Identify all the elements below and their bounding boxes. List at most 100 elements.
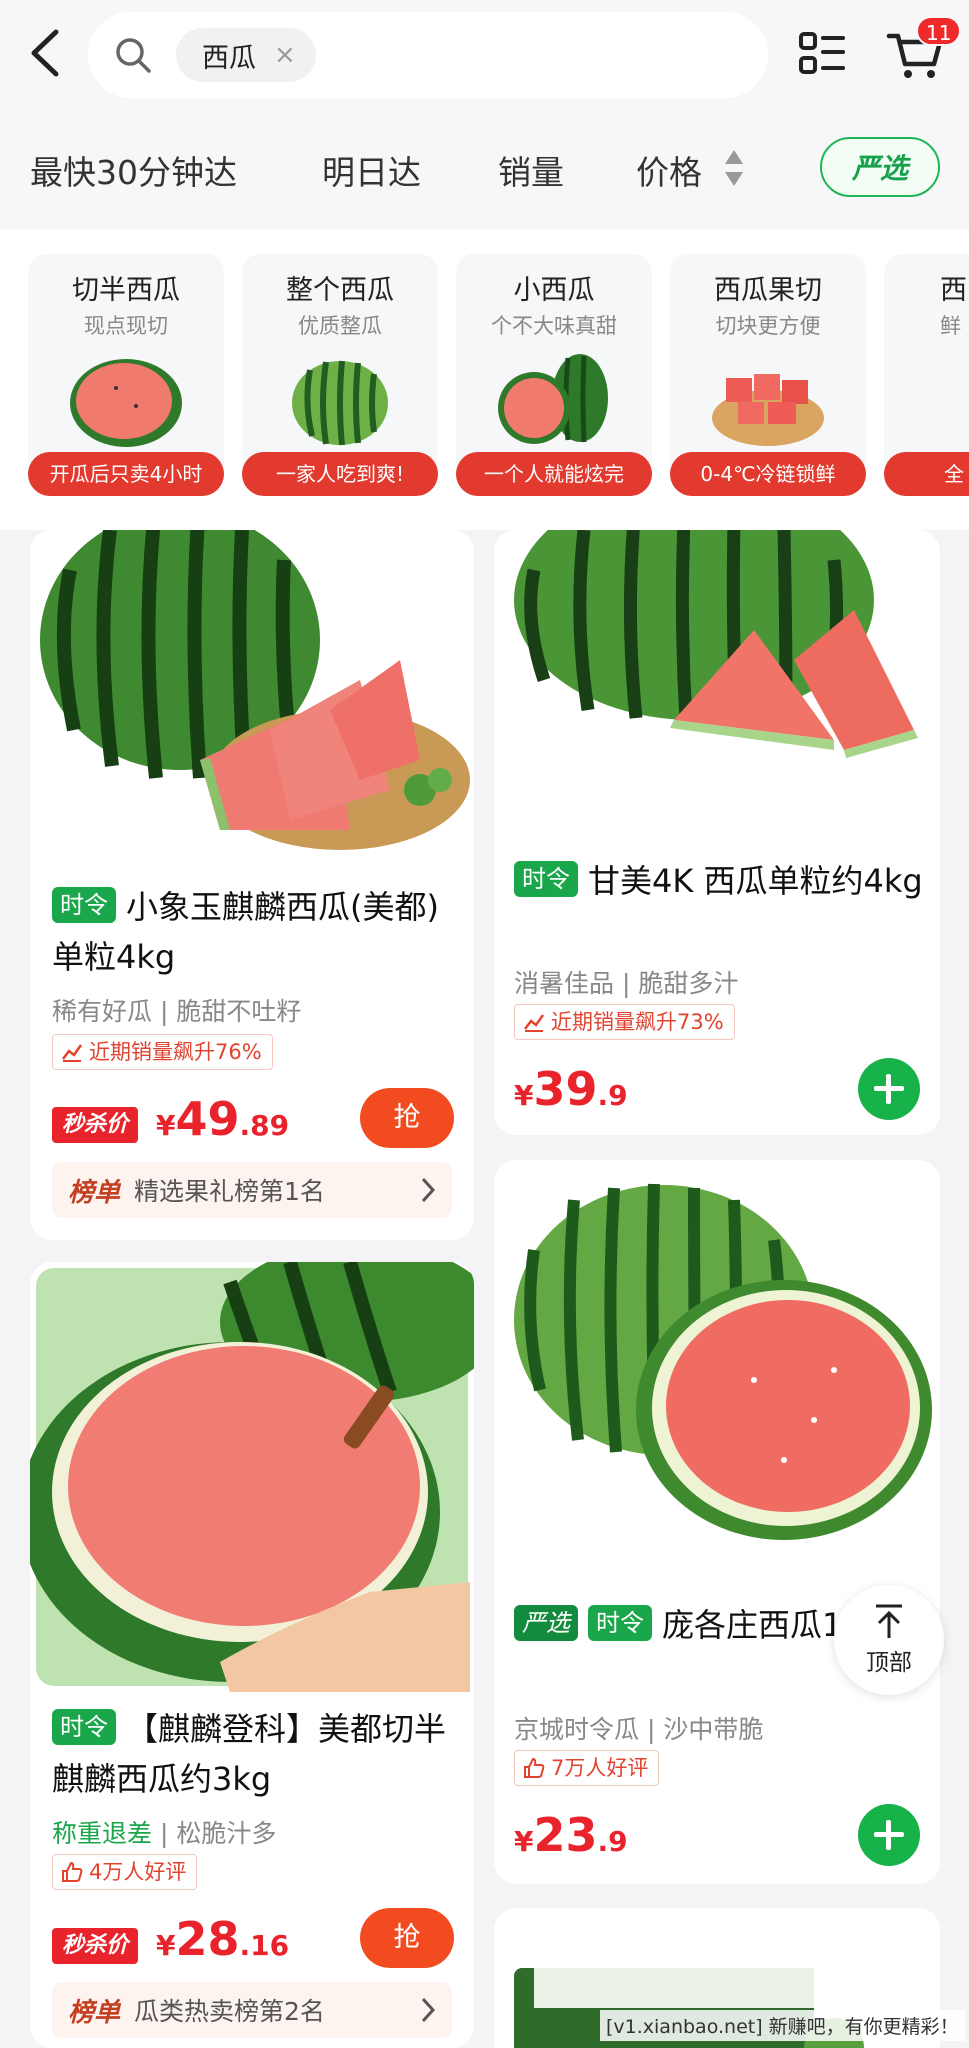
product-title: 时令 甘美4K 西瓜单粒约4kg bbox=[514, 856, 934, 906]
product-image bbox=[30, 1262, 474, 1692]
trend-up-icon bbox=[524, 1014, 545, 1032]
category-tag: 全 bbox=[884, 452, 969, 496]
sales-surge-badge: 近期销量飙升76% bbox=[52, 1034, 273, 1070]
sub-sep: | bbox=[646, 1715, 656, 1744]
top-bar: 西瓜 × 11 bbox=[0, 0, 969, 110]
thumbs-up-icon bbox=[62, 1861, 83, 1882]
seasonal-tag: 时令 bbox=[52, 1709, 116, 1745]
product-image bbox=[30, 530, 474, 860]
category-sub: 个不大味真甜 bbox=[491, 314, 617, 338]
search-keyword-chip[interactable]: 西瓜 × bbox=[176, 28, 316, 82]
sub-sep: | bbox=[159, 997, 169, 1026]
ranking-bar[interactable]: 榜单 瓜类热卖榜第2名 bbox=[52, 1982, 452, 2038]
back-to-top-label: 顶部 bbox=[866, 1650, 912, 1676]
category-strip: 切半西瓜 现点现切 整个西瓜 优质整瓜 小西瓜 个不大味真甜 西瓜果切 切块更方… bbox=[0, 230, 969, 530]
badge-text: 4万人好评 bbox=[89, 1860, 187, 1884]
category-tag: 0-4℃冷链锁鲜 bbox=[670, 452, 866, 496]
sub-sep: | bbox=[621, 969, 631, 998]
product-price: ¥49.89 bbox=[156, 1092, 289, 1146]
badge-text: 近期销量飙升76% bbox=[89, 1040, 262, 1064]
price-int: 39 bbox=[533, 1062, 598, 1116]
product-image bbox=[494, 530, 940, 830]
product-price: ¥23.9 bbox=[514, 1808, 628, 1862]
sub-sep: | bbox=[159, 1819, 169, 1848]
category-sub: 现点现切 bbox=[84, 314, 168, 338]
category-name: 小西瓜 bbox=[513, 275, 595, 306]
price-dec: .9 bbox=[597, 1079, 628, 1112]
category-name: 切半西瓜 bbox=[72, 275, 180, 306]
search-icon bbox=[116, 38, 151, 73]
price-yen: ¥ bbox=[514, 1079, 534, 1112]
category-sub: 切块更方便 bbox=[715, 314, 821, 338]
good-review-badge: 7万人好评 bbox=[514, 1750, 660, 1786]
seasonal-tag: 时令 bbox=[52, 887, 116, 923]
good-review-badge: 4万人好评 bbox=[52, 1854, 198, 1890]
category-tag: 开瓜后只卖4小时 bbox=[28, 452, 224, 496]
ranking-label: 榜单 bbox=[68, 1177, 121, 1208]
clear-keyword-icon[interactable]: × bbox=[274, 40, 296, 70]
category-sub: 鲜 bbox=[940, 314, 961, 338]
product-title: 时令 小象玉麒麟西瓜(美都)单粒4kg bbox=[52, 882, 452, 982]
grab-button[interactable]: 抢 bbox=[360, 1908, 454, 1968]
product-subtitle: 京城时令瓜 | 沙中带脆 bbox=[514, 1710, 763, 1746]
product-price: ¥28.16 bbox=[156, 1912, 289, 1966]
ranking-text: 瓜类热卖榜第2名 bbox=[134, 1997, 325, 2026]
price-dec: .16 bbox=[239, 1929, 290, 1962]
sub-b: 松脆汁多 bbox=[176, 1819, 277, 1848]
product-card[interactable]: 严选 时令 庞各庄西瓜1.5kg 京城时令瓜 | 沙中带脆 7万人好评 ¥23.9 bbox=[494, 1160, 940, 1884]
category-sub: 优质整瓜 bbox=[298, 314, 382, 338]
add-to-cart-button[interactable] bbox=[858, 1804, 920, 1866]
category-tag: 一家人吃到爽! bbox=[242, 452, 438, 496]
sub-a: 称重退差 bbox=[52, 1819, 153, 1848]
filter-fastest[interactable]: 最快30分钟达 bbox=[30, 146, 237, 194]
back-arrow-icon[interactable] bbox=[26, 28, 66, 78]
sort-arrows-icon[interactable] bbox=[724, 148, 744, 188]
price-int: 28 bbox=[175, 1912, 240, 1966]
thumbs-up-icon bbox=[524, 1757, 545, 1778]
search-keyword: 西瓜 bbox=[202, 42, 256, 74]
price-yen: ¥ bbox=[156, 1109, 176, 1142]
list-view-icon[interactable] bbox=[798, 30, 846, 78]
yanxuan-tag: 严选 bbox=[514, 1605, 578, 1641]
badge-text: 7万人好评 bbox=[551, 1756, 649, 1780]
watermelon-cubes-image bbox=[712, 374, 824, 446]
sub-b: 沙中带脆 bbox=[663, 1715, 764, 1744]
ranking-text: 精选果礼榜第1名 bbox=[134, 1177, 325, 1206]
price-yen: ¥ bbox=[156, 1929, 176, 1962]
add-to-cart-button[interactable] bbox=[858, 1058, 920, 1120]
product-card[interactable]: 时令 甘美4K 西瓜单粒约4kg 消暑佳品 | 脆甜多汁 近期销量飙升73% ¥3… bbox=[494, 530, 940, 1135]
chevron-right-icon bbox=[421, 1997, 436, 2023]
filter-sales[interactable]: 销量 bbox=[498, 146, 564, 194]
sub-a: 消暑佳品 bbox=[514, 969, 615, 998]
price-dec: .9 bbox=[597, 1825, 628, 1858]
sales-surge-badge: 近期销量飙升73% bbox=[514, 1004, 735, 1040]
whole-watermelon-image bbox=[292, 360, 388, 446]
badge-text: 近期销量飙升73% bbox=[551, 1010, 724, 1034]
filter-price[interactable]: 价格 bbox=[636, 146, 702, 194]
product-image bbox=[494, 1160, 940, 1580]
product-card[interactable]: 时令 小象玉麒麟西瓜(美都)单粒4kg 稀有好瓜 | 脆甜不吐籽 近期销量飙升76… bbox=[30, 530, 474, 1240]
filter-next-day[interactable]: 明日达 bbox=[322, 146, 421, 194]
seasonal-tag: 时令 bbox=[514, 861, 578, 897]
category-name: 整个西瓜 bbox=[286, 275, 394, 306]
sub-b: 脆甜不吐籽 bbox=[176, 997, 302, 1026]
category-tag: 一个人就能炫完 bbox=[456, 452, 652, 496]
grab-button[interactable]: 抢 bbox=[360, 1088, 454, 1148]
price-int: 49 bbox=[175, 1092, 240, 1146]
price-int: 23 bbox=[533, 1808, 598, 1862]
chevron-right-icon bbox=[421, 1177, 436, 1203]
search-box[interactable]: 西瓜 × bbox=[88, 12, 768, 98]
back-to-top-button[interactable]: 顶部 bbox=[834, 1585, 944, 1695]
yanxuan-filter-badge[interactable]: 严选 bbox=[820, 137, 940, 197]
cart-count-badge: 11 bbox=[916, 16, 962, 46]
sub-a: 稀有好瓜 bbox=[52, 997, 153, 1026]
product-subtitle: 消暑佳品 | 脆甜多汁 bbox=[514, 964, 738, 1000]
product-card[interactable]: 时令 【麒麟登科】美都切半麒麟西瓜约3kg 称重退差 | 松脆汁多 4万人好评 秒… bbox=[30, 1262, 474, 2048]
half-watermelon-image bbox=[70, 359, 182, 447]
ranking-label: 榜单 bbox=[68, 1997, 121, 2028]
ranking-bar[interactable]: 榜单 精选果礼榜第1名 bbox=[52, 1162, 452, 1218]
category-name: 西 bbox=[940, 275, 967, 306]
sub-b: 脆甜多汁 bbox=[638, 969, 739, 998]
flash-sale-tag: 秒杀价 bbox=[52, 1928, 139, 1964]
arrow-up-icon bbox=[876, 1604, 902, 1638]
